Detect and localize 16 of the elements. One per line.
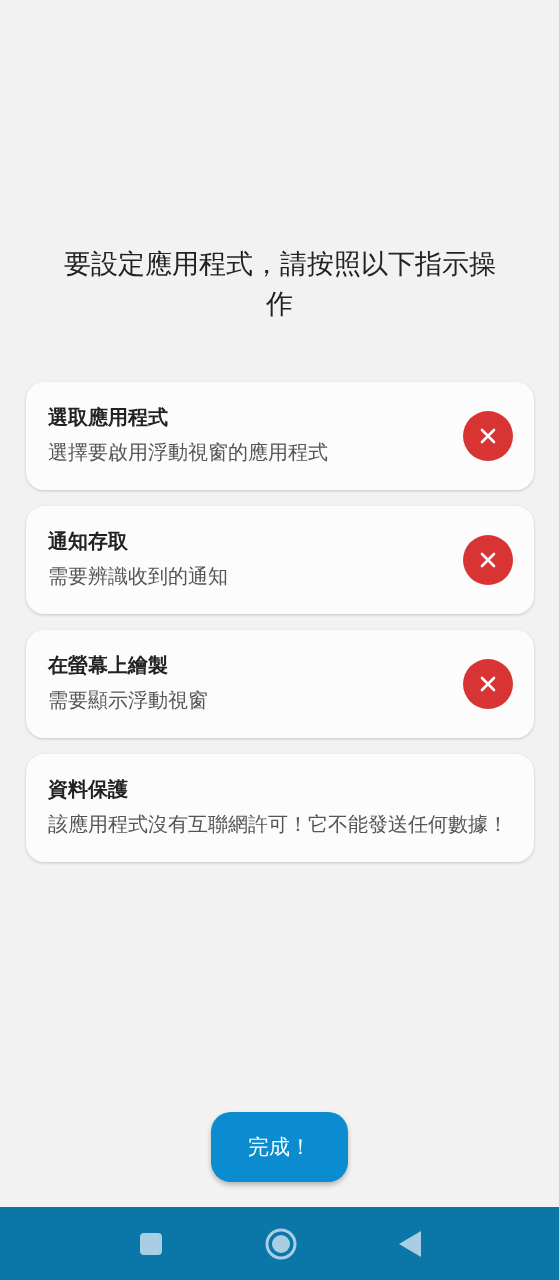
done-button[interactable]: 完成！ <box>211 1112 348 1182</box>
permission-card[interactable]: 通知存取 需要辨識收到的通知 <box>25 506 534 614</box>
card-description: 需要辨識收到的通知 <box>47 563 229 590</box>
card-title: 在螢幕上繪製 <box>47 652 169 678</box>
permission-card[interactable]: 選取應用程式 選擇要啟用浮動視窗的應用程式 <box>25 382 534 490</box>
recents-icon[interactable] <box>138 1231 163 1256</box>
home-icon[interactable] <box>264 1227 297 1260</box>
card-title: 選取應用程式 <box>47 404 169 430</box>
permission-card[interactable]: 在螢幕上繪製 需要顯示浮動視窗 <box>25 630 534 738</box>
card-description: 需要顯示浮動視窗 <box>47 687 209 714</box>
card-title: 資料保護 <box>47 776 129 802</box>
page-heading: 要設定應用程式，請按照以下指示操作 <box>62 247 497 321</box>
card-description: 選擇要啟用浮動視窗的應用程式 <box>47 439 329 466</box>
card-description: 該應用程式沒有互聯網許可！它不能發送任何數據！ <box>47 811 509 838</box>
card-title: 通知存取 <box>47 528 129 554</box>
back-icon[interactable] <box>398 1230 421 1257</box>
